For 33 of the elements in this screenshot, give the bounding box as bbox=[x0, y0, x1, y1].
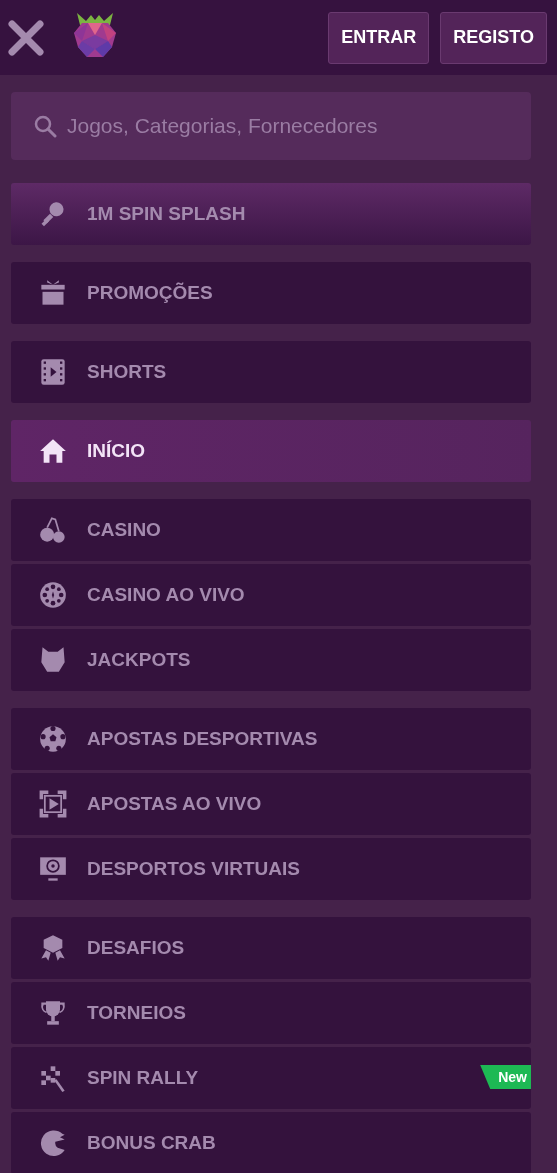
menu-item[interactable]: CASINO AO VIVO bbox=[11, 564, 531, 626]
menu-item[interactable]: DESPORTOS VIRTUAIS bbox=[11, 838, 531, 900]
search-icon bbox=[33, 114, 57, 138]
search-field[interactable]: Jogos, Categorias, Fornecedores bbox=[11, 92, 531, 160]
header-button[interactable]: ENTRAR bbox=[328, 11, 430, 64]
close-icon[interactable] bbox=[8, 19, 44, 56]
raspberry-logo[interactable] bbox=[72, 10, 118, 59]
new-badge: New bbox=[480, 1065, 531, 1089]
trophy-icon bbox=[39, 999, 67, 1027]
menu-item[interactable]: JACKPOTS bbox=[11, 629, 531, 691]
monitor-icon bbox=[39, 855, 67, 883]
menu-item[interactable]: PROMOÇÕES bbox=[11, 262, 531, 324]
menu-item[interactable]: CASINO bbox=[11, 499, 531, 561]
gift-icon bbox=[39, 279, 67, 307]
medal-icon bbox=[39, 934, 67, 962]
menu-item[interactable]: SHORTS bbox=[11, 341, 531, 403]
menu-item[interactable]: 1M SPIN SPLASH bbox=[11, 183, 531, 245]
roulette-icon bbox=[39, 581, 67, 609]
checkered-flag-icon bbox=[39, 1064, 67, 1092]
menu-item[interactable]: DESAFIOS bbox=[11, 917, 531, 979]
menu-item[interactable]: SPIN RALLY New bbox=[11, 1047, 531, 1109]
menu-item[interactable]: BONUS CRAB bbox=[11, 1112, 531, 1173]
film-icon bbox=[39, 358, 67, 386]
menu-item[interactable]: INÍCIO bbox=[11, 420, 531, 482]
menu-item[interactable]: TORNEIOS bbox=[11, 982, 531, 1044]
animal-head-icon bbox=[39, 646, 67, 674]
home-icon bbox=[39, 437, 67, 465]
soccer-ball-icon bbox=[39, 725, 67, 753]
live-play-icon bbox=[39, 790, 67, 818]
header-button[interactable]: REGISTO bbox=[440, 11, 547, 64]
menu-item[interactable]: APOSTAS DESPORTIVAS bbox=[11, 708, 531, 770]
cherries-icon bbox=[39, 516, 67, 544]
menu-item[interactable]: APOSTAS AO VIVO bbox=[11, 773, 531, 835]
